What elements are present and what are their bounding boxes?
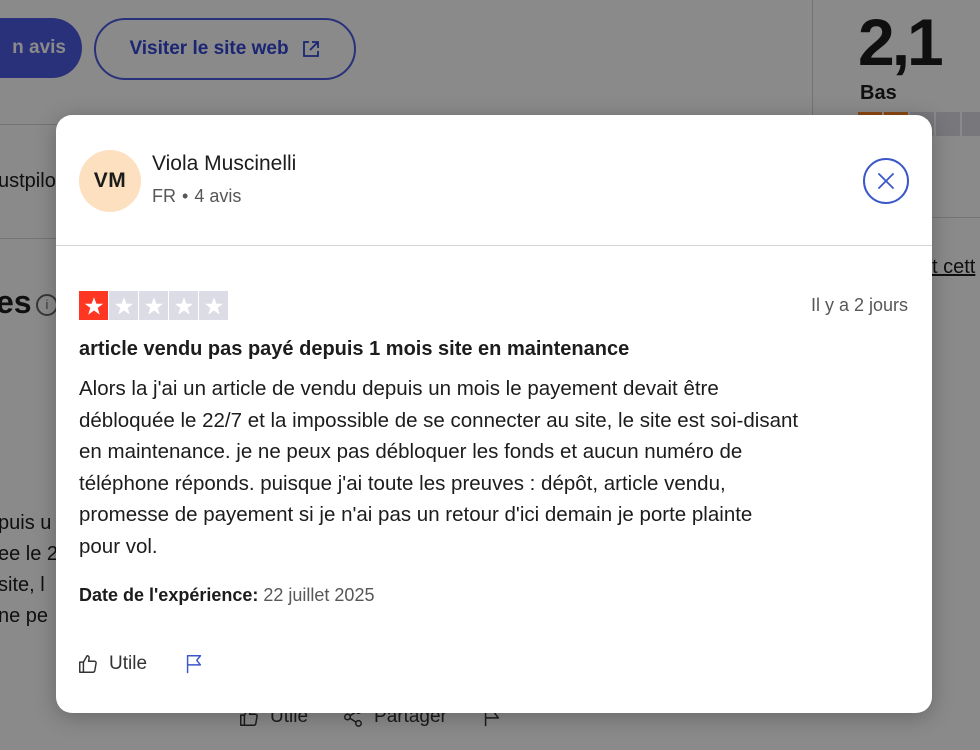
review-title: article vendu pas payé depuis 1 mois sit… bbox=[79, 338, 630, 360]
review-body-line: débloquée le 22/7 et la impossible de se… bbox=[79, 408, 799, 432]
review-body-line: Alors la j'ai un article de vendu depuis… bbox=[79, 377, 719, 400]
close-icon bbox=[878, 173, 894, 189]
useful-label: Utile bbox=[109, 653, 148, 674]
review-body: Alors la j'ai un article de vendu depuis… bbox=[79, 373, 911, 562]
star-icon bbox=[169, 291, 198, 320]
review-body-line: pour vol. bbox=[79, 534, 158, 558]
experience-value: 22 juillet 2025 bbox=[263, 585, 375, 605]
star-icon bbox=[79, 291, 108, 320]
useful-button[interactable]: Utile bbox=[77, 653, 147, 675]
star-icon bbox=[109, 291, 138, 320]
review-actions: Utile bbox=[77, 653, 205, 675]
close-button[interactable] bbox=[863, 158, 909, 204]
avatar[interactable]: VM bbox=[79, 150, 141, 212]
review-body-line: promesse de payement si je n'ai pas un r… bbox=[79, 503, 753, 526]
reviewer-country: FR bbox=[152, 186, 176, 206]
thumbs-up-icon bbox=[79, 655, 97, 673]
experience-date: Date de l'expérience: 22 juillet 2025 bbox=[79, 585, 374, 606]
star-icon bbox=[139, 291, 168, 320]
modal-header: VM Viola Muscinelli FR • 4 avis bbox=[56, 115, 932, 246]
star-icon bbox=[199, 291, 228, 320]
experience-label: Date de l'expérience: bbox=[79, 585, 259, 605]
review-body-line: téléphone réponds. puisque j'ai toute le… bbox=[79, 471, 726, 495]
flag-icon bbox=[186, 655, 202, 674]
reviewer-name[interactable]: Viola Muscinelli bbox=[152, 152, 296, 176]
reviewer-review-count: 4 avis bbox=[194, 186, 242, 206]
meta-separator: • bbox=[182, 186, 189, 206]
review-body-line: en maintenance. je ne peux pas débloquer… bbox=[79, 440, 743, 463]
review-modal: VM Viola Muscinelli FR • 4 avis Il y a 2… bbox=[56, 115, 932, 713]
review-date: Il y a 2 jours bbox=[810, 295, 908, 315]
report-button[interactable] bbox=[183, 653, 205, 675]
reviewer-meta: FR • 4 avis bbox=[152, 186, 241, 207]
star-rating bbox=[79, 291, 228, 320]
